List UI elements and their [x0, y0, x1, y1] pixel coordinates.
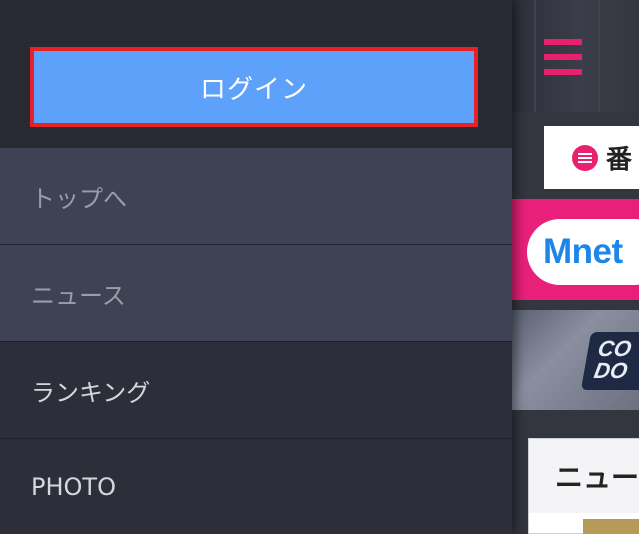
hamburger-menu-icon[interactable] — [544, 39, 582, 75]
login-area: ログイン — [0, 0, 512, 148]
header-decoration — [534, 0, 536, 112]
news-thumbnail[interactable] — [583, 519, 639, 534]
program-list-label: 番 — [606, 145, 633, 175]
mnet-logo: Mnet — [543, 232, 623, 271]
program-list-button[interactable]: 番 — [544, 126, 639, 189]
menu-item-news[interactable]: ニュース — [0, 245, 512, 342]
news-card-header: ニュー — [529, 439, 639, 513]
game-logo: CO DO — [580, 332, 639, 390]
news-card: ニュー — [528, 438, 639, 534]
login-button[interactable]: ログイン — [30, 47, 478, 127]
header-decoration — [598, 0, 600, 112]
mnet-banner[interactable]: Mnet — [512, 199, 639, 300]
news-card-title: ニュー — [555, 461, 639, 494]
hamburger-bar — [544, 39, 582, 45]
mnet-logo-pill: Mnet — [527, 219, 639, 285]
side-drawer: ログイン トップへ ニュース ランキング PHOTO — [0, 0, 512, 534]
menu-item-label: ニュース — [31, 281, 126, 310]
menu-item-top[interactable]: トップへ — [0, 148, 512, 245]
menu-item-photo[interactable]: PHOTO — [0, 439, 512, 534]
menu-item-ranking[interactable]: ランキング — [0, 342, 512, 439]
game-banner[interactable]: CO DO — [512, 310, 639, 410]
hamburger-bar — [544, 69, 582, 75]
menu-item-label: ランキング — [31, 378, 151, 407]
menu-item-label: トップへ — [31, 184, 127, 213]
app-screen: 番 Mnet CO DO ニュー ログイン トップへ ニュース ランキング PH… — [0, 0, 639, 534]
hamburger-bar — [544, 54, 582, 60]
list-icon — [572, 144, 598, 171]
menu-item-label: PHOTO — [31, 472, 116, 501]
